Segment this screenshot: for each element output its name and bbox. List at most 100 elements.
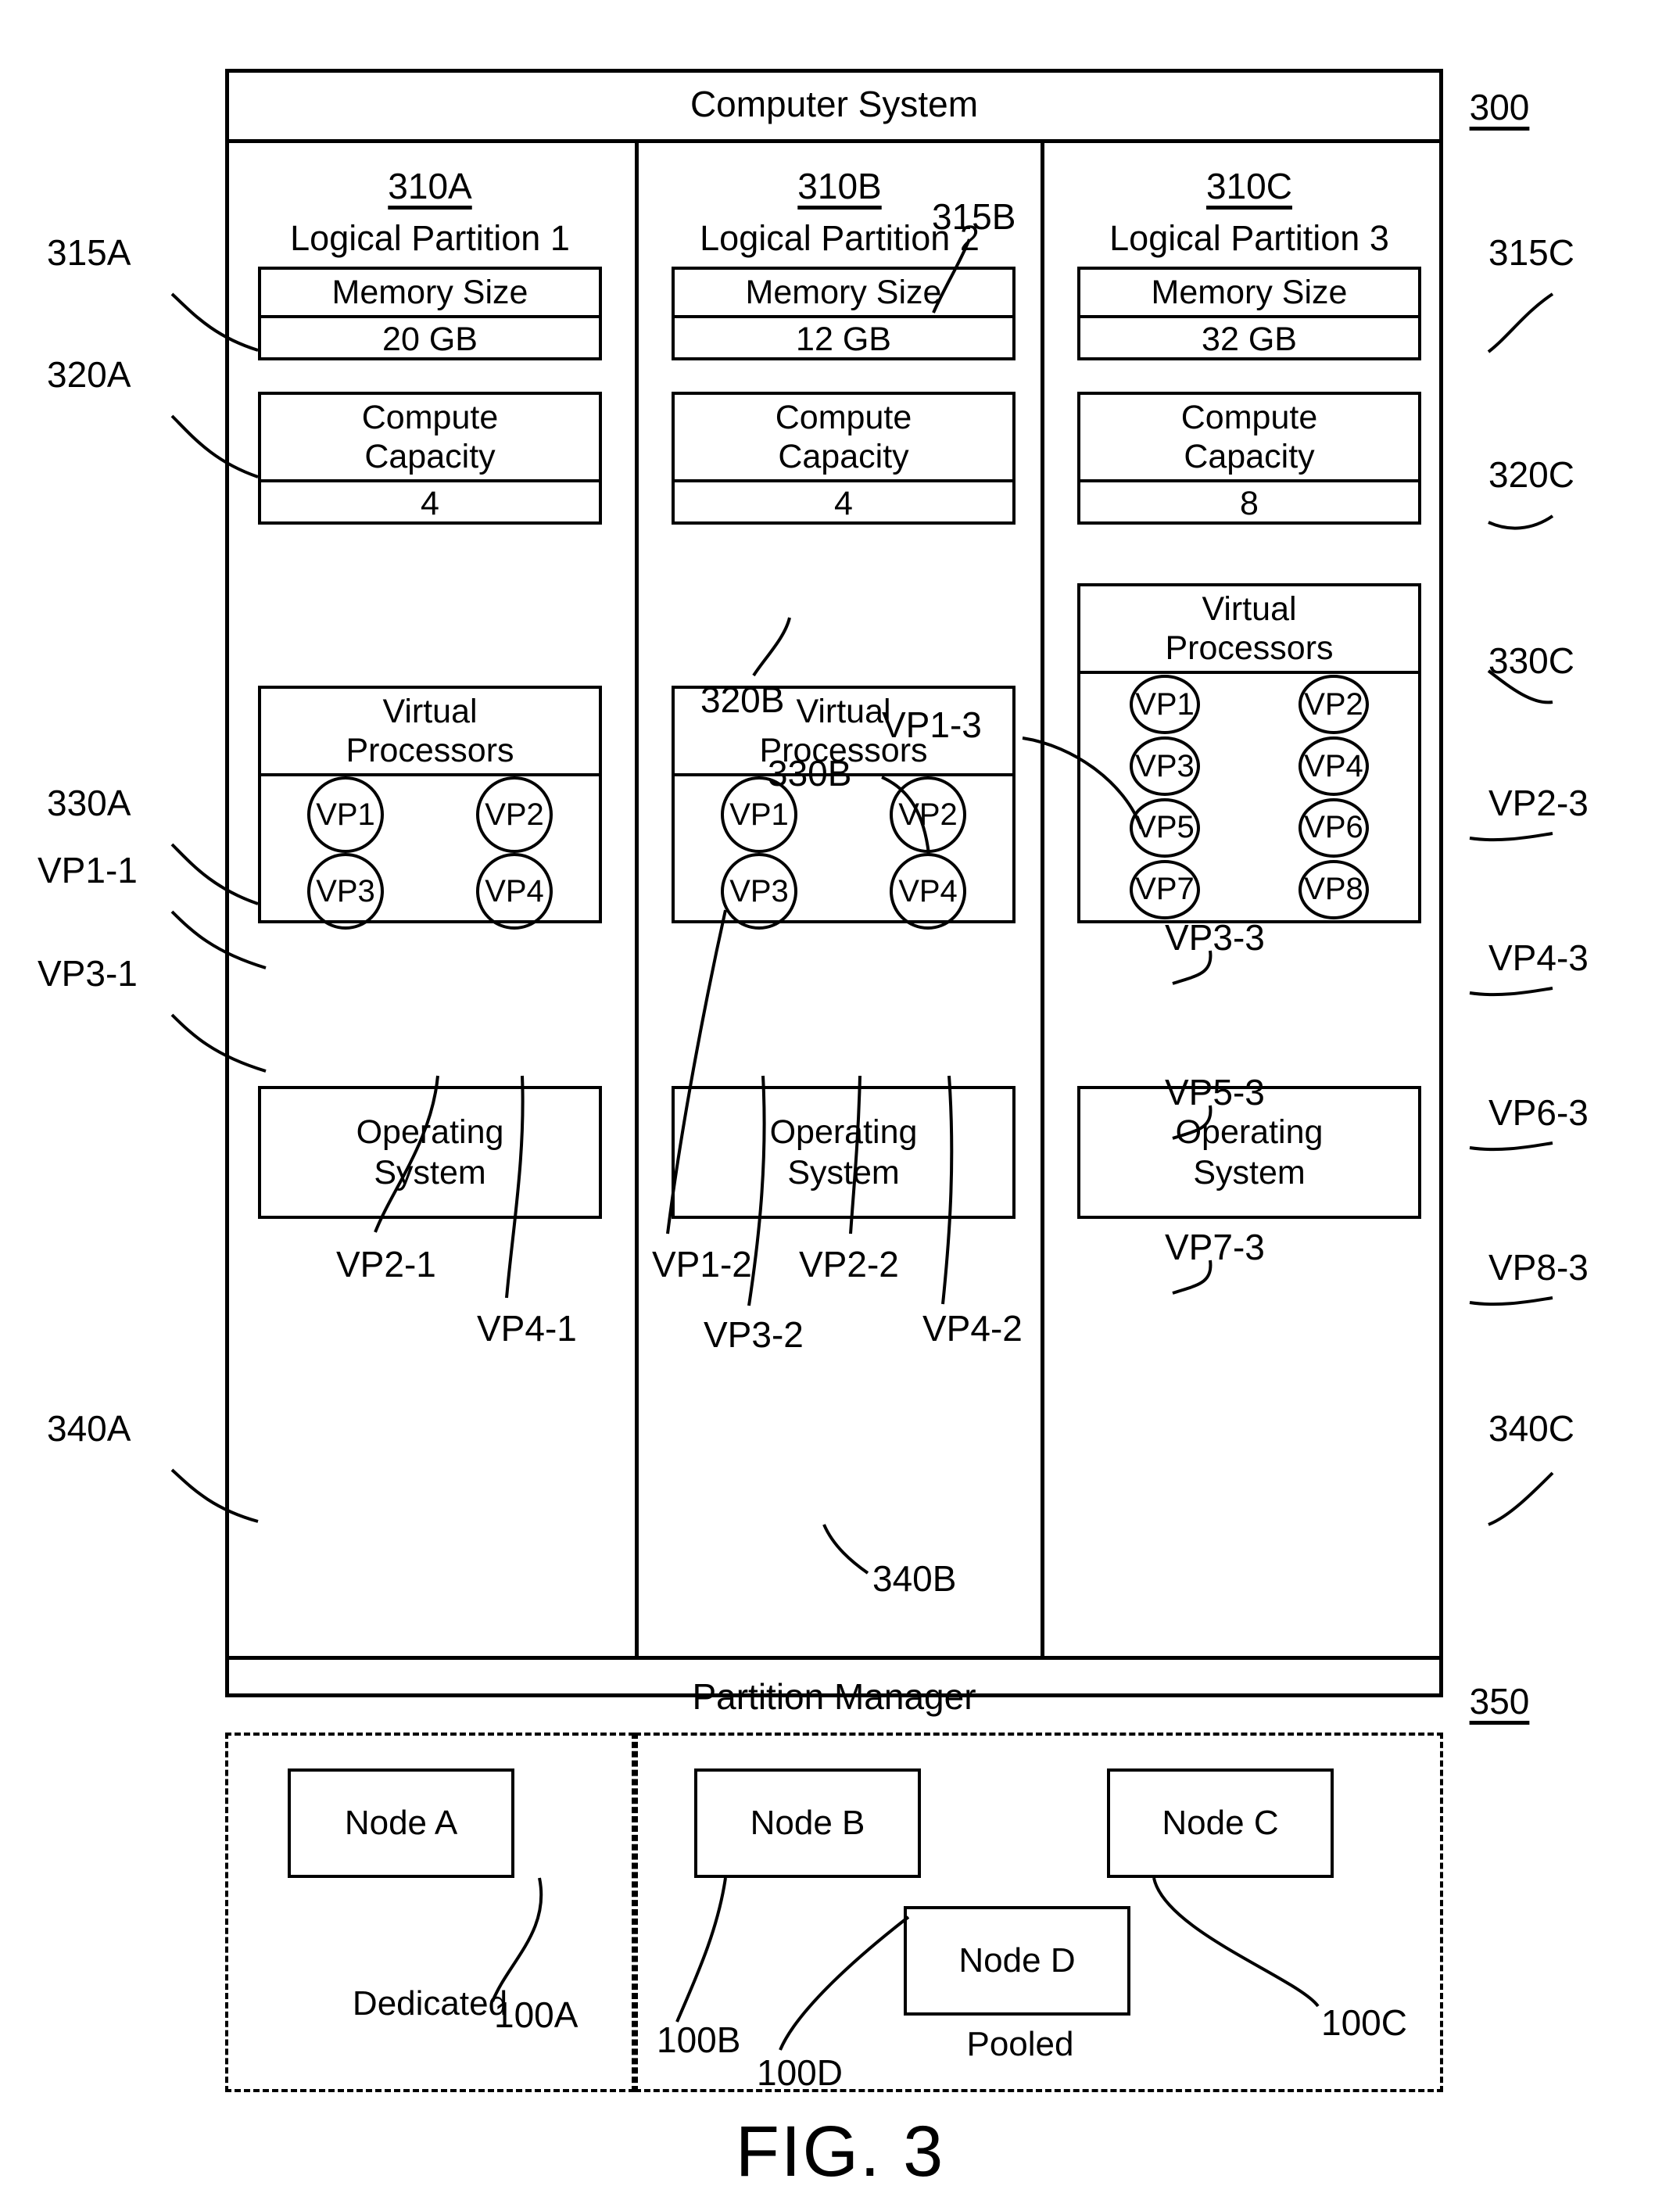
partition-3-name: Logical Partition 3 [1109, 218, 1389, 258]
partition-3-vp-label-line2: Processors [1165, 629, 1334, 667]
ref-340c: 340C [1488, 1408, 1574, 1449]
partition-3-vp-label-line1: Virtual [1202, 590, 1297, 628]
vp-circle-vp4[interactable]: VP4 [890, 853, 966, 930]
ref-320c: 320C [1488, 454, 1574, 495]
vp-circle-vp4[interactable]: VP4 [1299, 736, 1369, 797]
partition-2-os-line2: System [787, 1154, 900, 1192]
partition-3-memory-box: Memory Size 32 GB [1077, 267, 1421, 360]
ref-100a: 100A [494, 1994, 579, 2035]
ref-vp7-3: VP7-3 [1165, 1227, 1265, 1267]
vp-circle-vp2[interactable]: VP2 [890, 776, 966, 853]
ref-vp5-3: VP5-3 [1165, 1072, 1265, 1113]
vp-circle-vp3[interactable]: VP3 [307, 853, 384, 930]
vp-circle-vp1[interactable]: VP1 [307, 776, 384, 853]
partition-3-capacity-box: Compute Capacity 8 [1077, 392, 1421, 525]
partition-3-capacity-value: 8 [1240, 484, 1259, 522]
partition-1-capacity-label-line1: Compute [361, 399, 499, 436]
ref-vp2-1: VP2-1 [336, 1244, 436, 1285]
partition-2-capacity-label-line1: Compute [775, 399, 912, 436]
partition-2-capacity-box: Compute Capacity 4 [672, 392, 1016, 525]
partition-1-capacity-value: 4 [421, 484, 439, 522]
ref-315a: 315A [47, 232, 131, 273]
vp-circle-vp5[interactable]: VP5 [1130, 797, 1200, 858]
vp-circle-vp7[interactable]: VP7 [1130, 859, 1200, 919]
ref-100b: 100B [657, 2019, 741, 2060]
partition-3-vp-label: Virtual Processors [1080, 586, 1418, 674]
computer-system-header: Computer System 300 [225, 69, 1529, 139]
partition-1-capacity-box: Compute Capacity 4 [258, 392, 602, 525]
vp-circle-vp3[interactable]: VP3 [1130, 736, 1200, 797]
ref-340b: 340B [872, 1558, 957, 1599]
ref-vp4-1: VP4-1 [477, 1308, 577, 1349]
vp-circle-vp2[interactable]: VP2 [1299, 675, 1369, 735]
ref-100d: 100D [757, 2052, 843, 2093]
pool-label-pooled: Pooled [966, 2025, 1074, 2063]
partition-2-os-box: Operating System [672, 1086, 1016, 1219]
partition-1-os-line2: System [374, 1154, 486, 1192]
partition-1-vp-label-line1: Virtual [382, 693, 478, 730]
ref-vp4-3: VP4-3 [1488, 937, 1589, 978]
partition-manager-title: Partition Manager [692, 1675, 976, 1717]
partition-2-vp-grid: VP1 VP2 VP3 VP4 [675, 776, 1012, 930]
partition-2-os-line1: Operating [769, 1113, 918, 1151]
ref-320a: 320A [47, 354, 131, 395]
partition-3-capacity-label: Compute Capacity [1080, 395, 1418, 482]
partition-2-capacity-label: Compute Capacity [675, 395, 1012, 482]
ref-vp8-3: VP8-3 [1488, 1247, 1589, 1288]
ref-320b: 320B [700, 679, 785, 720]
partition-1-vp-box: Virtual Processors VP1 VP2 VP3 VP4 [258, 686, 602, 930]
logical-partition-3: 310C Logical Partition 3 Memory Size 32 … [1044, 143, 1454, 1656]
ref-330a: 330A [47, 783, 131, 823]
partition-1-vp-label-line2: Processors [346, 732, 514, 769]
ref-vp3-3: VP3-3 [1165, 917, 1265, 958]
partition-1-name: Logical Partition 1 [290, 218, 570, 258]
ref-vp3-1: VP3-1 [38, 953, 138, 994]
vp-circle-vp1[interactable]: VP1 [1130, 675, 1200, 735]
partition-3-capacity-label-line1: Compute [1180, 399, 1318, 436]
ref-vp3-2: VP3-2 [704, 1314, 804, 1355]
partition-2-memory-label: Memory Size [675, 270, 1012, 318]
partition-2-memory-box: Memory Size 12 GB [672, 267, 1016, 360]
ref-315c: 315C [1488, 232, 1574, 273]
ref-vp6-3: VP6-3 [1488, 1092, 1589, 1133]
ref-vp1-2: VP1-2 [652, 1244, 752, 1285]
ref-100c: 100C [1321, 2002, 1407, 2043]
ref-vp2-2: VP2-2 [799, 1244, 899, 1285]
partition-1-memory-box: Memory Size 20 GB [258, 267, 602, 360]
partition-manager-ref-350: 350 [1469, 1681, 1530, 1722]
node-box-c[interactable]: Node C [1107, 1768, 1334, 1878]
partition-3-vp-box: Virtual Processors VP1 VP2 VP3 VP4 VP5 V… [1077, 583, 1421, 923]
partition-3-ref: 310C [1206, 166, 1292, 206]
ref-315b: 315B [932, 196, 1016, 237]
logical-partition-1: 310A Logical Partition 1 Memory Size 20 … [225, 143, 635, 1656]
vp-circle-vp8[interactable]: VP8 [1299, 859, 1369, 919]
partition-3-memory-label: Memory Size [1080, 270, 1418, 318]
partition-2-memory-value: 12 GB [796, 320, 891, 358]
partition-1-vp-grid: VP1 VP2 VP3 VP4 [261, 776, 599, 930]
partition-manager-row: Partition Manager 350 [225, 1660, 1529, 1733]
partition-3-memory-value: 32 GB [1202, 320, 1297, 358]
vp-circle-vp2[interactable]: VP2 [476, 776, 553, 853]
vp-circle-vp4[interactable]: VP4 [476, 853, 553, 930]
partition-1-memory-label: Memory Size [261, 270, 599, 318]
node-box-b[interactable]: Node B [694, 1768, 921, 1878]
ref-330b: 330B [768, 753, 852, 794]
partition-3-os-line2: System [1193, 1154, 1306, 1192]
partition-1-capacity-label-line2: Capacity [364, 438, 496, 475]
partition-1-os-box: Operating System [258, 1086, 602, 1219]
node-box-a[interactable]: Node A [288, 1768, 514, 1878]
partition-1-ref: 310A [388, 166, 472, 206]
node-box-d[interactable]: Node D [904, 1906, 1130, 2016]
vp-circle-vp3[interactable]: VP3 [721, 853, 797, 930]
ref-340a: 340A [47, 1408, 131, 1449]
partition-1-memory-value: 20 GB [382, 320, 478, 358]
page-title: Computer System [690, 84, 979, 124]
ref-vp4-2: VP4-2 [922, 1308, 1023, 1349]
partition-3-vp-grid: VP1 VP2 VP3 VP4 VP5 VP6 VP7 VP8 [1080, 674, 1418, 920]
system-ref-300: 300 [1469, 87, 1530, 127]
partition-1-vp-label: Virtual Processors [261, 689, 599, 776]
ref-vp2-3: VP2-3 [1488, 783, 1589, 823]
partition-2-capacity-label-line2: Capacity [778, 438, 909, 475]
vp-circle-vp6[interactable]: VP6 [1299, 797, 1369, 858]
partition-3-capacity-label-line2: Capacity [1184, 438, 1315, 475]
